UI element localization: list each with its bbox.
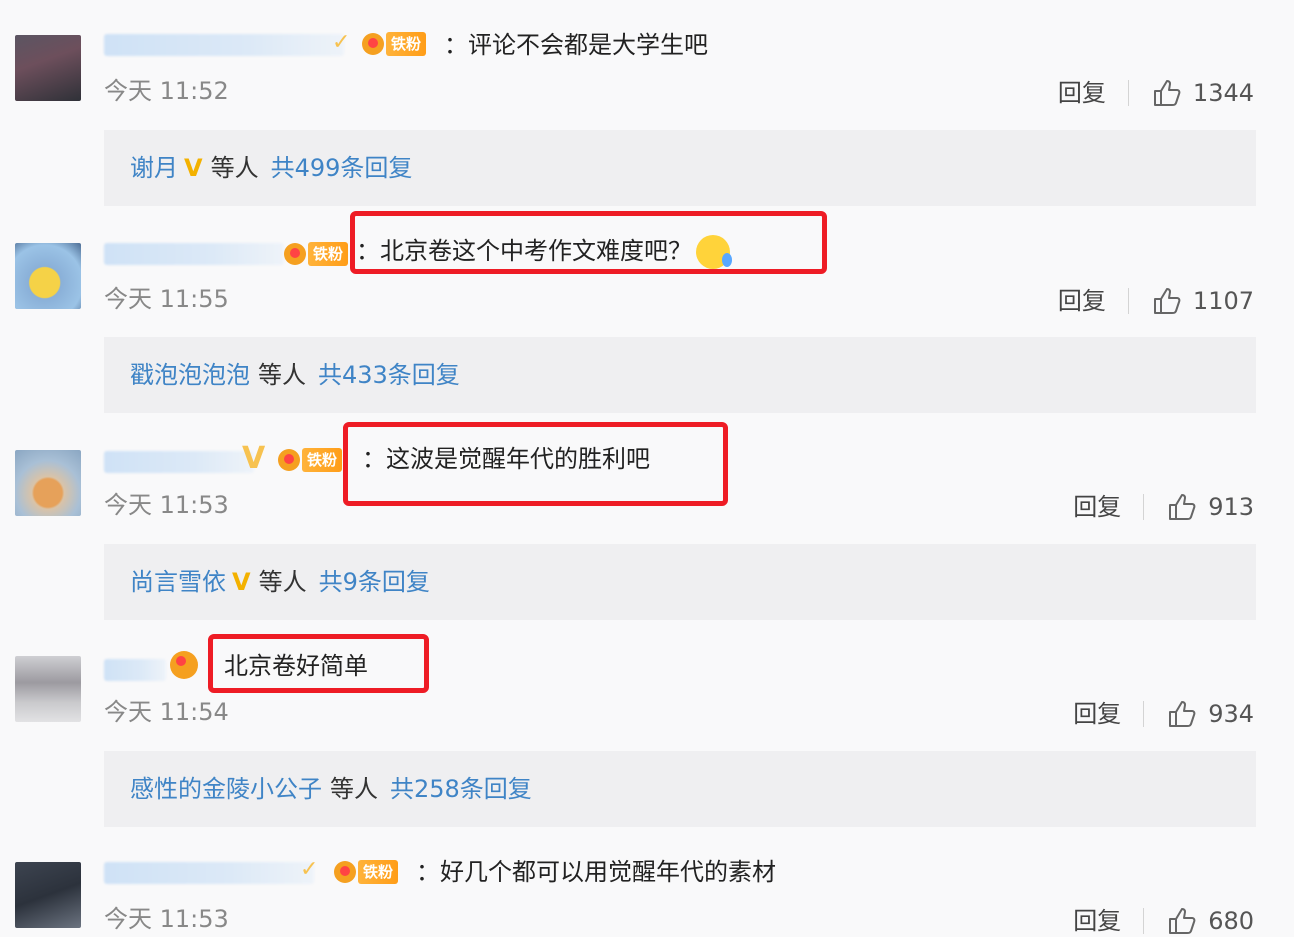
divider: [1143, 908, 1145, 934]
thumbs-up-icon[interactable]: [1166, 905, 1198, 937]
username-blurred[interactable]: [104, 451, 254, 473]
reply-others-label: 等人: [258, 361, 306, 389]
thumbs-up-icon[interactable]: [1166, 698, 1198, 730]
reply-button[interactable]: 回复: [1058, 286, 1106, 316]
reply-user-link[interactable]: 戳泡泡泡泡: [130, 361, 250, 389]
comment-text: ：评论不会都是大学生吧: [444, 31, 708, 59]
highlight-box: [350, 211, 827, 274]
like-count: 1344: [1192, 79, 1254, 107]
fan-badge: 铁粉: [334, 859, 399, 885]
like-count: 913: [1208, 493, 1254, 521]
comment-actions: 回复 934: [1073, 698, 1254, 730]
reply-user-link[interactable]: 感性的金陵小公子: [130, 775, 322, 803]
username-blurred[interactable]: [104, 659, 166, 681]
comment-text: ：好几个都可以用觉醒年代的素材: [416, 858, 776, 886]
thumbs-up-icon[interactable]: [1166, 491, 1198, 523]
comment-time: 今天 11:55: [104, 285, 229, 313]
avatar[interactable]: [15, 243, 81, 309]
avatar[interactable]: [15, 862, 81, 928]
heart-badge-icon: [334, 861, 356, 883]
username-blurred[interactable]: [104, 862, 314, 884]
like-count: 680: [1208, 907, 1254, 935]
avatar[interactable]: [15, 35, 81, 101]
fan-badge-label: 铁粉: [308, 242, 349, 266]
fan-badge-label: 铁粉: [386, 32, 427, 56]
comment-actions: 回复 913: [1073, 491, 1254, 523]
reply-button[interactable]: 回复: [1058, 78, 1106, 108]
divider: [1127, 288, 1129, 314]
heart-badge-icon: [278, 449, 300, 471]
fan-badge: 铁粉: [278, 447, 343, 473]
avatar[interactable]: [15, 656, 81, 722]
reply-others-label: 等人: [210, 154, 259, 182]
verified-v-icon: V: [232, 568, 251, 596]
reply-summary[interactable]: 戳泡泡泡泡 等人 共433条回复: [104, 337, 1256, 413]
fan-badge-label: 铁粉: [302, 448, 343, 472]
reply-button[interactable]: 回复: [1073, 492, 1121, 522]
fan-badge-label: 铁粉: [358, 860, 399, 884]
reply-summary[interactable]: 尚言雪依 V 等人 共9条回复: [104, 544, 1256, 620]
username-blurred[interactable]: [104, 34, 344, 56]
verified-v-icon: V: [242, 441, 266, 476]
fan-badge: [170, 651, 198, 679]
reply-button[interactable]: 回复: [1073, 699, 1121, 729]
verified-icon: ✓: [332, 30, 351, 55]
like-count: 934: [1208, 700, 1254, 728]
comment-actions: 回复 1344: [1058, 77, 1254, 109]
thumbs-up-icon[interactable]: [1151, 285, 1183, 317]
reply-others-label: 等人: [258, 568, 307, 596]
reply-user-link[interactable]: 谢月: [130, 154, 178, 182]
fan-badge: 铁粉: [284, 241, 349, 267]
fan-badge: 铁粉: [362, 31, 427, 57]
reply-count-link[interactable]: 共258条回复: [390, 775, 532, 803]
comment-time: 今天 11:53: [104, 491, 229, 519]
username-blurred[interactable]: [104, 243, 284, 265]
comment-actions: 回复 680: [1073, 905, 1254, 937]
reply-button[interactable]: 回复: [1073, 906, 1121, 936]
reply-user-link[interactable]: 尚言雪依: [130, 568, 226, 596]
comment-time: 今天 11:52: [104, 77, 229, 105]
reply-count-link[interactable]: 共433条回复: [318, 361, 460, 389]
heart-badge-icon: [362, 33, 384, 55]
reply-summary[interactable]: 谢月 V 等人 共499条回复: [104, 130, 1256, 206]
comment-time: 今天 11:54: [104, 698, 229, 726]
like-count: 1107: [1192, 287, 1254, 315]
comment-actions: 回复 1107: [1058, 285, 1254, 317]
reply-others-label: 等人: [330, 775, 378, 803]
divider: [1143, 701, 1145, 727]
reply-count-link[interactable]: 共9条回复: [319, 568, 430, 596]
highlight-box: [343, 422, 728, 506]
reply-count-link[interactable]: 共499条回复: [271, 154, 413, 182]
reply-summary[interactable]: 感性的金陵小公子 等人 共258条回复: [104, 751, 1256, 827]
thumbs-up-icon[interactable]: [1151, 77, 1183, 109]
heart-badge-icon: [170, 651, 198, 679]
verified-v-icon: V: [184, 154, 203, 182]
divider: [1127, 80, 1129, 106]
comment-time: 今天 11:53: [104, 905, 229, 933]
verified-icon: ✓: [300, 857, 319, 882]
avatar[interactable]: [15, 450, 81, 516]
highlight-box: [208, 634, 429, 693]
heart-badge-icon: [284, 243, 306, 265]
divider: [1143, 494, 1145, 520]
